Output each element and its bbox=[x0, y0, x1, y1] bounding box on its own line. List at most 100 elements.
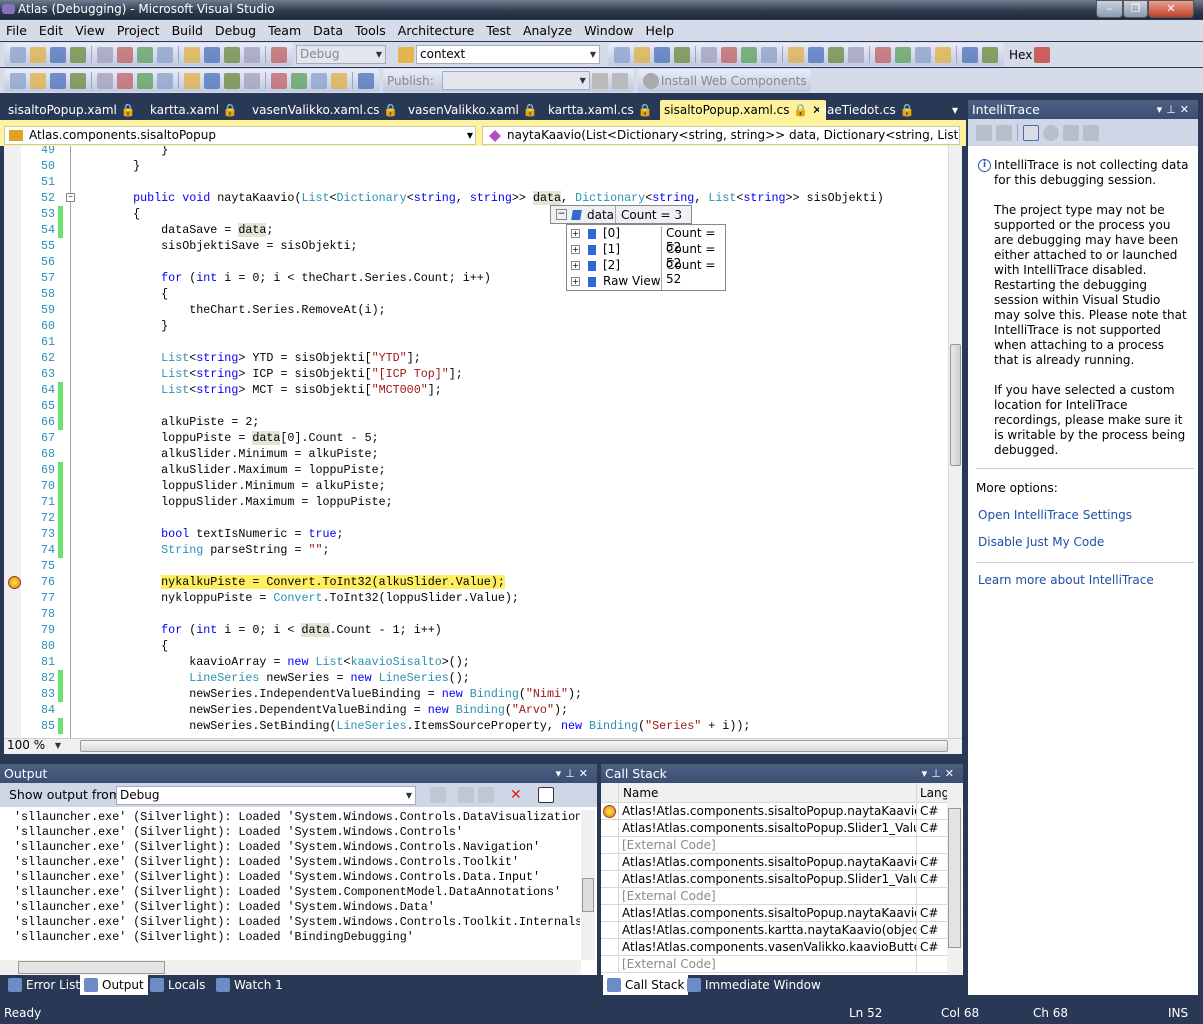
tab-vasenvalikko-xaml[interactable]: vasenValikko.xaml 🔒 bbox=[404, 100, 542, 120]
scroll-thumb[interactable] bbox=[948, 808, 961, 948]
expand-icon[interactable]: + bbox=[571, 261, 580, 270]
start-page-icon[interactable] bbox=[721, 46, 737, 63]
menu-analyze[interactable]: Analyze bbox=[517, 20, 578, 41]
show-next-statement-icon[interactable] bbox=[875, 46, 891, 63]
callstack-row[interactable]: Atlas!Atlas.components.sisaltoPopup.nayt… bbox=[601, 803, 963, 820]
tab-output[interactable]: Output bbox=[80, 975, 148, 995]
datatip[interactable]: − data Count = 3 ⊸ bbox=[550, 205, 692, 224]
callstack-row[interactable]: Atlas!Atlas.components.sisaltoPopup.nayt… bbox=[601, 854, 963, 871]
tab-locals[interactable]: Locals bbox=[146, 975, 209, 995]
tab-watch-1[interactable]: Watch 1 bbox=[212, 975, 287, 995]
callstack-row[interactable]: [External Code] bbox=[601, 956, 963, 973]
prev-message-icon[interactable] bbox=[458, 787, 474, 803]
find-in-files-icon[interactable] bbox=[614, 46, 630, 63]
close-button[interactable]: ✕ bbox=[1148, 0, 1194, 18]
restore-button[interactable]: ❐ bbox=[1123, 0, 1148, 18]
step-over-icon[interactable] bbox=[915, 46, 931, 63]
insert-snippet-icon[interactable] bbox=[97, 72, 113, 89]
object-browser-icon[interactable] bbox=[674, 46, 690, 63]
publish-settings-icon[interactable] bbox=[611, 72, 628, 89]
bookmark-icon[interactable] bbox=[204, 72, 220, 89]
menu-view[interactable]: View bbox=[69, 20, 111, 41]
solution-config-combo[interactable]: Debug ▼ bbox=[296, 45, 386, 64]
extension-manager-icon[interactable] bbox=[741, 46, 757, 63]
hex-button[interactable]: Hex bbox=[1009, 48, 1032, 62]
stop-debugging-icon[interactable] bbox=[828, 46, 844, 63]
callstack-row[interactable]: [External Code] bbox=[601, 837, 963, 854]
zoom-combo[interactable]: 100 % ▼ bbox=[4, 739, 64, 754]
menu-team[interactable]: Team bbox=[262, 20, 307, 41]
breakpoints-icon[interactable] bbox=[962, 46, 978, 63]
install-web-components-button[interactable]: Install Web Components bbox=[661, 74, 807, 88]
command-window-icon[interactable] bbox=[761, 46, 777, 63]
add-item-icon[interactable] bbox=[30, 46, 46, 63]
menu-edit[interactable]: Edit bbox=[33, 20, 69, 41]
properties-icon[interactable] bbox=[654, 46, 670, 63]
expand-icon[interactable]: + bbox=[571, 229, 580, 238]
tab-immediate-window[interactable]: Immediate Window bbox=[683, 975, 825, 995]
tab-haetiedot-cs[interactable]: HaeTiedot.cs 🔒 bbox=[814, 100, 919, 120]
callstack-scrollbar[interactable] bbox=[947, 784, 962, 975]
save-icon[interactable] bbox=[70, 46, 86, 63]
menu-data[interactable]: Data bbox=[307, 20, 349, 41]
expand-icon[interactable]: + bbox=[571, 277, 580, 286]
scroll-thumb[interactable] bbox=[582, 878, 594, 912]
paste-icon[interactable] bbox=[157, 46, 173, 63]
thread-icon[interactable] bbox=[996, 125, 1012, 141]
panel-controls[interactable]: ▾⊥✕ bbox=[922, 764, 958, 783]
next-message-icon[interactable] bbox=[478, 787, 494, 803]
editor-vertical-scrollbar[interactable] bbox=[948, 146, 962, 738]
callstack-row[interactable]: Atlas!Atlas.components.kartta.naytaKaavi… bbox=[601, 922, 963, 939]
prev-bookmark-doc-icon[interactable] bbox=[311, 72, 327, 89]
output-source-combo[interactable]: Debug ▼ bbox=[116, 786, 416, 805]
pin-icon[interactable]: ⊸ bbox=[675, 207, 685, 221]
undo-icon[interactable] bbox=[184, 46, 200, 63]
menu-file[interactable]: File bbox=[0, 20, 33, 41]
tab-call-stack[interactable]: Call Stack bbox=[603, 975, 689, 995]
start-debugging-icon[interactable] bbox=[271, 46, 287, 63]
menu-window[interactable]: Window bbox=[578, 20, 639, 41]
panel-controls[interactable]: ▾⊥✕ bbox=[556, 764, 592, 783]
next-bookmark-icon[interactable] bbox=[244, 72, 260, 89]
save-icon[interactable] bbox=[1083, 125, 1099, 141]
step-out-icon[interactable] bbox=[935, 46, 951, 63]
collapse-region-icon[interactable]: − bbox=[66, 193, 75, 202]
word-wrap-icon[interactable] bbox=[538, 787, 554, 803]
copy-icon[interactable] bbox=[137, 46, 153, 63]
decrease-indent-icon[interactable] bbox=[117, 72, 133, 89]
publish-combo[interactable]: ▼ bbox=[441, 71, 590, 90]
expand-icon[interactable]: + bbox=[571, 245, 580, 254]
navigate-forward-icon[interactable] bbox=[244, 46, 260, 63]
navigate-backward-icon[interactable] bbox=[224, 46, 240, 63]
menu-project[interactable]: Project bbox=[111, 20, 166, 41]
rename-icon[interactable] bbox=[70, 72, 86, 89]
publish-icon[interactable] bbox=[591, 72, 608, 89]
list-icon[interactable] bbox=[976, 125, 992, 141]
tab-kartta-xaml[interactable]: kartta.xaml 🔒 bbox=[146, 100, 242, 120]
menu-test[interactable]: Test bbox=[480, 20, 517, 41]
comment-icon[interactable] bbox=[157, 72, 173, 89]
datatip-row[interactable]: + [2] Count = 52 bbox=[567, 258, 725, 286]
callstack-row[interactable]: Atlas!Atlas.components.sisaltoPopup.Slid… bbox=[601, 871, 963, 888]
continue-icon[interactable] bbox=[788, 46, 804, 63]
output-text[interactable]: 'sllauncher.exe' (Silverlight): Loaded '… bbox=[0, 810, 580, 960]
prev-bookmark-folder-icon[interactable] bbox=[271, 72, 287, 89]
output-vertical-scrollbar[interactable] bbox=[581, 810, 595, 960]
find-icon[interactable] bbox=[398, 46, 414, 63]
tab-sisaltopopup-xaml-cs[interactable]: sisaltoPopup.xaml.cs 🔒 ✕ bbox=[660, 100, 827, 120]
break-all-icon[interactable] bbox=[808, 46, 824, 63]
menu-debug[interactable]: Debug bbox=[209, 20, 262, 41]
minimize-button[interactable]: – bbox=[1096, 0, 1123, 18]
disable-just-my-code-link[interactable]: Disable Just My Code bbox=[978, 535, 1190, 550]
increase-indent-icon[interactable] bbox=[137, 72, 153, 89]
datatip-row[interactable]: + [0] Count = 52 bbox=[567, 226, 725, 254]
toolbox-icon[interactable] bbox=[701, 46, 717, 63]
tab-vasenvalikko-xaml-cs[interactable]: vasenValikko.xaml.cs 🔒 bbox=[248, 100, 402, 120]
tab-kartta-xaml-cs[interactable]: kartta.xaml.cs 🔒 bbox=[544, 100, 657, 120]
quick-info-icon[interactable] bbox=[10, 72, 26, 89]
learn-more-link[interactable]: Learn more about IntelliTrace bbox=[978, 573, 1190, 588]
new-project-icon[interactable] bbox=[10, 46, 26, 63]
scroll-thumb[interactable] bbox=[950, 344, 961, 466]
menu-help[interactable]: Help bbox=[640, 20, 681, 41]
horizontal-scroll-thumb[interactable] bbox=[80, 740, 948, 752]
